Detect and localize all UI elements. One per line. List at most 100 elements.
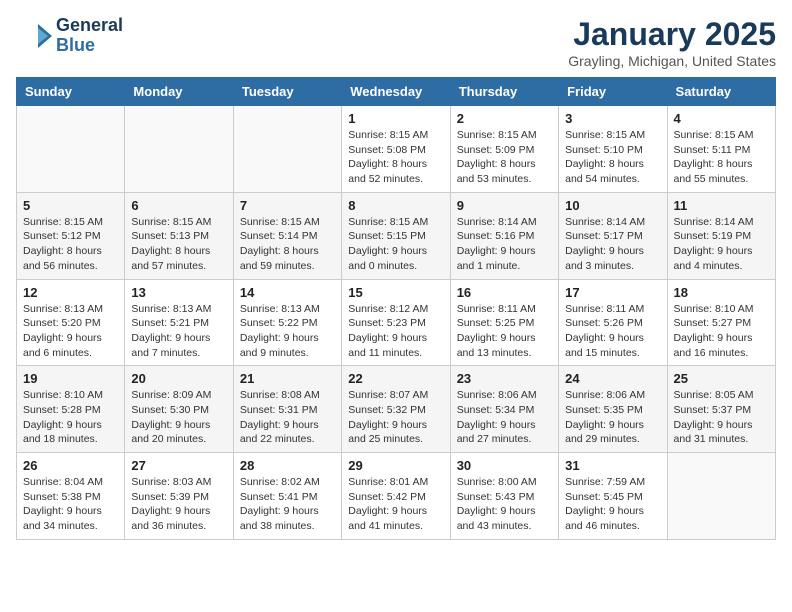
day-number: 4 [674, 111, 769, 126]
calendar-cell [667, 453, 775, 540]
day-detail: Sunrise: 8:15 AM Sunset: 5:08 PM Dayligh… [348, 128, 443, 187]
calendar-cell: 15Sunrise: 8:12 AM Sunset: 5:23 PM Dayli… [342, 279, 450, 366]
day-detail: Sunrise: 8:15 AM Sunset: 5:14 PM Dayligh… [240, 215, 335, 274]
day-detail: Sunrise: 8:02 AM Sunset: 5:41 PM Dayligh… [240, 475, 335, 534]
day-detail: Sunrise: 8:00 AM Sunset: 5:43 PM Dayligh… [457, 475, 552, 534]
day-detail: Sunrise: 8:07 AM Sunset: 5:32 PM Dayligh… [348, 388, 443, 447]
day-detail: Sunrise: 8:08 AM Sunset: 5:31 PM Dayligh… [240, 388, 335, 447]
day-number: 19 [23, 371, 118, 386]
calendar-cell: 14 Sunrise: 8:13 AM Sunset: 5:22 PM Dayli… [233, 279, 341, 366]
day-number: 25 [674, 371, 769, 386]
calendar-cell: 13 Sunrise: 8:13 AM Sunset: 5:21 PM Dayli… [125, 279, 233, 366]
calendar-cell: 9Sunrise: 8:14 AM Sunset: 5:16 PM Daylig… [450, 192, 558, 279]
day-header-sunday: Sunday [17, 78, 125, 106]
calendar-cell: 17 Sunrise: 8:11 AM Sunset: 5:26 PM Dayli… [559, 279, 667, 366]
calendar-cell [17, 106, 125, 193]
calendar-week-1: 1 Sunrise: 8:15 AM Sunset: 5:08 PM Daylig… [17, 106, 776, 193]
day-detail: Sunrise: 8:15 AM Sunset: 5:12 PM Dayligh… [23, 215, 118, 274]
day-number: 23 [457, 371, 552, 386]
calendar-cell: 26Sunrise: 8:04 AM Sunset: 5:38 PM Dayli… [17, 453, 125, 540]
calendar-cell: 29Sunrise: 8:01 AM Sunset: 5:42 PM Dayli… [342, 453, 450, 540]
day-detail: Sunrise: 8:14 AM Sunset: 5:16 PM Dayligh… [457, 215, 552, 274]
day-detail: Sunrise: 8:15 AM Sunset: 5:15 PM Dayligh… [348, 215, 443, 274]
location-title: Grayling, Michigan, United States [568, 53, 776, 69]
calendar-cell: 1 Sunrise: 8:15 AM Sunset: 5:08 PM Daylig… [342, 106, 450, 193]
day-detail: Sunrise: 8:03 AM Sunset: 5:39 PM Dayligh… [131, 475, 226, 534]
title-area: January 2025 Grayling, Michigan, United … [568, 16, 776, 69]
day-detail: Sunrise: 8:06 AM Sunset: 5:34 PM Dayligh… [457, 388, 552, 447]
calendar-table: SundayMondayTuesdayWednesdayThursdayFrid… [16, 77, 776, 540]
calendar-cell: 2 Sunrise: 8:15 AM Sunset: 5:09 PM Daylig… [450, 106, 558, 193]
calendar-cell: 21 Sunrise: 8:08 AM Sunset: 5:31 PM Dayli… [233, 366, 341, 453]
month-title: January 2025 [568, 16, 776, 53]
day-detail: Sunrise: 8:11 AM Sunset: 5:26 PM Dayligh… [565, 302, 660, 361]
calendar-cell: 25Sunrise: 8:05 AM Sunset: 5:37 PM Dayli… [667, 366, 775, 453]
day-detail: Sunrise: 8:15 AM Sunset: 5:09 PM Dayligh… [457, 128, 552, 187]
day-header-friday: Friday [559, 78, 667, 106]
calendar-week-2: 5 Sunrise: 8:15 AM Sunset: 5:12 PM Daylig… [17, 192, 776, 279]
day-number: 1 [348, 111, 443, 126]
day-detail: Sunrise: 8:14 AM Sunset: 5:19 PM Dayligh… [674, 215, 769, 274]
calendar-cell: 23 Sunrise: 8:06 AM Sunset: 5:34 PM Dayli… [450, 366, 558, 453]
day-number: 8 [348, 198, 443, 213]
day-number: 3 [565, 111, 660, 126]
calendar-cell: 5 Sunrise: 8:15 AM Sunset: 5:12 PM Daylig… [17, 192, 125, 279]
calendar-cell: 7 Sunrise: 8:15 AM Sunset: 5:14 PM Daylig… [233, 192, 341, 279]
day-number: 6 [131, 198, 226, 213]
logo-text: General Blue [56, 16, 123, 56]
calendar-cell: 3 Sunrise: 8:15 AM Sunset: 5:10 PM Daylig… [559, 106, 667, 193]
calendar-cell: 19 Sunrise: 8:10 AM Sunset: 5:28 PM Dayli… [17, 366, 125, 453]
calendar-cell: 18 Sunrise: 8:10 AM Sunset: 5:27 PM Dayli… [667, 279, 775, 366]
calendar-cell: 27Sunrise: 8:03 AM Sunset: 5:39 PM Dayli… [125, 453, 233, 540]
day-number: 7 [240, 198, 335, 213]
calendar-cell: 24Sunrise: 8:06 AM Sunset: 5:35 PM Dayli… [559, 366, 667, 453]
calendar-cell: 16Sunrise: 8:11 AM Sunset: 5:25 PM Dayli… [450, 279, 558, 366]
calendar-cell: 8 Sunrise: 8:15 AM Sunset: 5:15 PM Daylig… [342, 192, 450, 279]
day-detail: Sunrise: 8:13 AM Sunset: 5:20 PM Dayligh… [23, 302, 118, 361]
day-detail: Sunrise: 7:59 AM Sunset: 5:45 PM Dayligh… [565, 475, 660, 534]
calendar-week-3: 12Sunrise: 8:13 AM Sunset: 5:20 PM Dayli… [17, 279, 776, 366]
day-number: 21 [240, 371, 335, 386]
logo-icon [16, 18, 52, 54]
day-number: 13 [131, 285, 226, 300]
day-header-wednesday: Wednesday [342, 78, 450, 106]
day-detail: Sunrise: 8:15 AM Sunset: 5:13 PM Dayligh… [131, 215, 226, 274]
day-detail: Sunrise: 8:15 AM Sunset: 5:10 PM Dayligh… [565, 128, 660, 187]
logo: General Blue [16, 16, 123, 56]
calendar-cell [125, 106, 233, 193]
day-number: 11 [674, 198, 769, 213]
calendar-cell: 20 Sunrise: 8:09 AM Sunset: 5:30 PM Dayli… [125, 366, 233, 453]
day-detail: Sunrise: 8:10 AM Sunset: 5:28 PM Dayligh… [23, 388, 118, 447]
calendar-cell: 6 Sunrise: 8:15 AM Sunset: 5:13 PM Daylig… [125, 192, 233, 279]
day-detail: Sunrise: 8:13 AM Sunset: 5:21 PM Dayligh… [131, 302, 226, 361]
day-number: 2 [457, 111, 552, 126]
calendar-cell: 10 Sunrise: 8:14 AM Sunset: 5:17 PM Dayli… [559, 192, 667, 279]
day-number: 28 [240, 458, 335, 473]
day-detail: Sunrise: 8:14 AM Sunset: 5:17 PM Dayligh… [565, 215, 660, 274]
calendar-cell: 12Sunrise: 8:13 AM Sunset: 5:20 PM Dayli… [17, 279, 125, 366]
day-number: 17 [565, 285, 660, 300]
header: General Blue January 2025 Grayling, Mich… [16, 16, 776, 69]
day-detail: Sunrise: 8:12 AM Sunset: 5:23 PM Dayligh… [348, 302, 443, 361]
day-header-monday: Monday [125, 78, 233, 106]
calendar-header-row: SundayMondayTuesdayWednesdayThursdayFrid… [17, 78, 776, 106]
calendar-cell: 31 Sunrise: 7:59 AM Sunset: 5:45 PM Dayli… [559, 453, 667, 540]
day-detail: Sunrise: 8:04 AM Sunset: 5:38 PM Dayligh… [23, 475, 118, 534]
day-number: 20 [131, 371, 226, 386]
day-number: 22 [348, 371, 443, 386]
calendar-cell: 4 Sunrise: 8:15 AM Sunset: 5:11 PM Daylig… [667, 106, 775, 193]
day-detail: Sunrise: 8:15 AM Sunset: 5:11 PM Dayligh… [674, 128, 769, 187]
day-detail: Sunrise: 8:10 AM Sunset: 5:27 PM Dayligh… [674, 302, 769, 361]
day-number: 5 [23, 198, 118, 213]
day-number: 18 [674, 285, 769, 300]
calendar-cell: 22 Sunrise: 8:07 AM Sunset: 5:32 PM Dayli… [342, 366, 450, 453]
day-number: 31 [565, 458, 660, 473]
day-number: 16 [457, 285, 552, 300]
calendar-cell: 11 Sunrise: 8:14 AM Sunset: 5:19 PM Dayli… [667, 192, 775, 279]
day-detail: Sunrise: 8:09 AM Sunset: 5:30 PM Dayligh… [131, 388, 226, 447]
calendar-week-5: 26Sunrise: 8:04 AM Sunset: 5:38 PM Dayli… [17, 453, 776, 540]
day-number: 14 [240, 285, 335, 300]
day-header-saturday: Saturday [667, 78, 775, 106]
day-detail: Sunrise: 8:13 AM Sunset: 5:22 PM Dayligh… [240, 302, 335, 361]
day-number: 10 [565, 198, 660, 213]
